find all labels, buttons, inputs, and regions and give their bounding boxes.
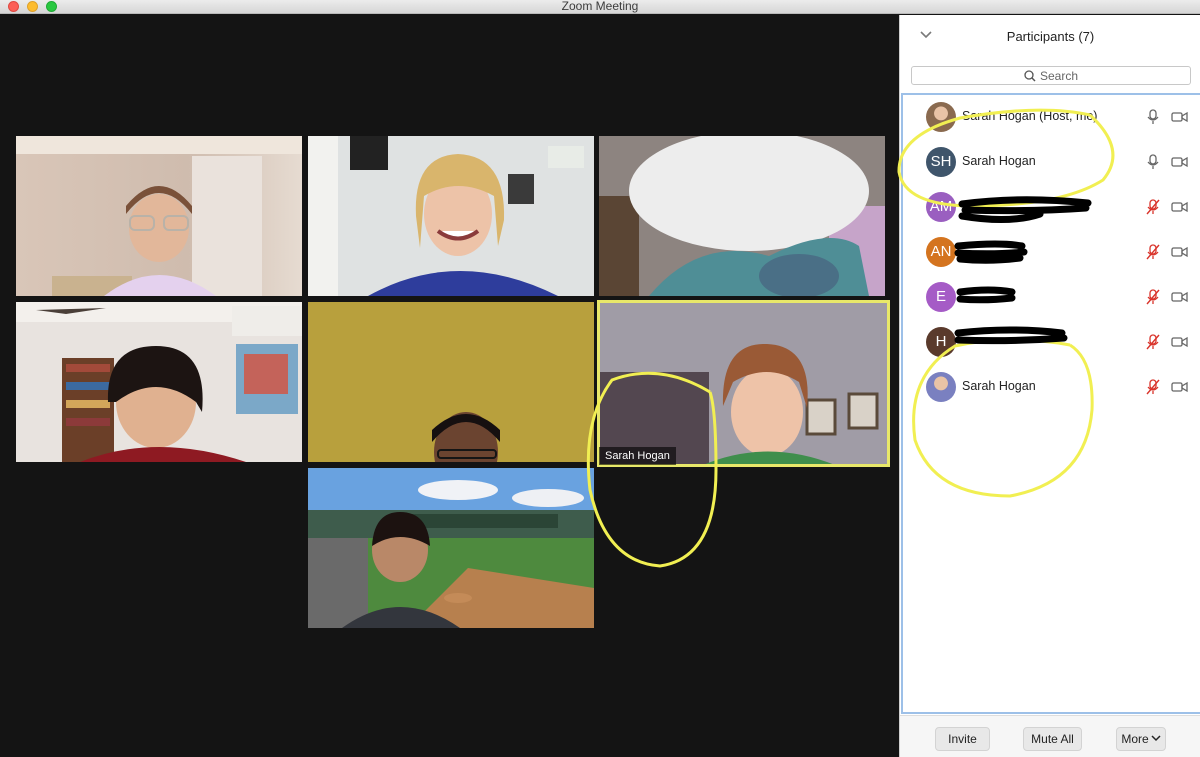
- video-gallery: Sarah Hogan: [0, 15, 899, 757]
- participant-row[interactable]: SH Sarah Hogan: [903, 140, 1200, 185]
- more-button[interactable]: More: [1116, 727, 1166, 751]
- participant-name: Sarah Hogan (Host, me): [962, 109, 1098, 123]
- participant-video-image: [308, 136, 584, 296]
- video-camera-icon[interactable]: [1171, 245, 1188, 263]
- muted-microphone-icon[interactable]: [1146, 379, 1160, 400]
- video-tile[interactable]: [599, 136, 885, 296]
- video-tile[interactable]: [308, 468, 594, 628]
- search-input[interactable]: Search: [911, 66, 1191, 85]
- participant-row[interactable]: H: [903, 320, 1200, 365]
- muted-microphone-icon[interactable]: [1146, 289, 1160, 310]
- window-title: Zoom Meeting: [561, 0, 639, 13]
- muted-microphone-icon[interactable]: [1146, 199, 1160, 220]
- video-camera-icon[interactable]: [1171, 110, 1188, 128]
- muted-microphone-icon[interactable]: [1146, 334, 1160, 355]
- participants-panel: Participants (7) Search Sarah Hogan (Hos…: [899, 15, 1200, 757]
- video-camera-icon[interactable]: [1171, 290, 1188, 308]
- participant-video-image: [308, 468, 594, 628]
- muted-microphone-icon[interactable]: [1146, 244, 1160, 265]
- participant-video-image: [308, 302, 594, 462]
- participant-name: Sarah Hogan: [962, 154, 1036, 168]
- video-tile[interactable]: [308, 302, 594, 462]
- participants-panel-header: Participants (7): [900, 15, 1200, 59]
- participants-panel-footer: Invite Mute All More: [900, 715, 1200, 757]
- participant-row[interactable]: Sarah Hogan: [903, 365, 1200, 410]
- video-tile[interactable]: [16, 136, 302, 296]
- avatar: AN: [926, 237, 956, 267]
- participant-video-image: [16, 136, 302, 296]
- chevron-down-icon: [1151, 735, 1161, 742]
- avatar: E: [926, 282, 956, 312]
- participant-video-image: [16, 302, 302, 462]
- participant-video-image: [599, 136, 885, 296]
- participant-video-image: [599, 302, 888, 465]
- video-tile[interactable]: [16, 302, 302, 462]
- participant-row[interactable]: E: [903, 275, 1200, 320]
- avatar: H: [926, 327, 956, 357]
- video-camera-icon[interactable]: [1171, 200, 1188, 218]
- video-tile[interactable]: [308, 136, 594, 296]
- avatar: SH: [926, 147, 956, 177]
- mute-all-button[interactable]: Mute All: [1023, 727, 1082, 751]
- invite-button[interactable]: Invite: [935, 727, 990, 751]
- more-button-label: More: [1121, 732, 1149, 746]
- video-tile-name-label: Sarah Hogan: [599, 447, 676, 465]
- search-icon: [1024, 70, 1036, 82]
- participants-panel-title: Participants (7): [1006, 29, 1095, 44]
- participants-list: Sarah Hogan (Host, me) SH Sarah Hogan AM AN E…: [901, 93, 1200, 714]
- video-camera-icon[interactable]: [1171, 335, 1188, 353]
- participant-row[interactable]: Sarah Hogan (Host, me): [903, 95, 1200, 140]
- avatar: AM: [926, 192, 956, 222]
- participant-name: Sarah Hogan: [962, 379, 1036, 393]
- participant-row[interactable]: AM: [903, 185, 1200, 230]
- microphone-icon[interactable]: [1146, 109, 1160, 130]
- participant-row[interactable]: AN: [903, 230, 1200, 275]
- avatar: [926, 372, 956, 402]
- video-camera-icon[interactable]: [1171, 155, 1188, 173]
- avatar: [926, 102, 956, 132]
- video-camera-icon[interactable]: [1171, 380, 1188, 398]
- search-placeholder: Search: [1039, 69, 1079, 83]
- active-speaker-video-tile[interactable]: Sarah Hogan: [597, 300, 890, 467]
- microphone-icon[interactable]: [1146, 154, 1160, 175]
- window-title-bar: Zoom Meeting: [0, 0, 1200, 14]
